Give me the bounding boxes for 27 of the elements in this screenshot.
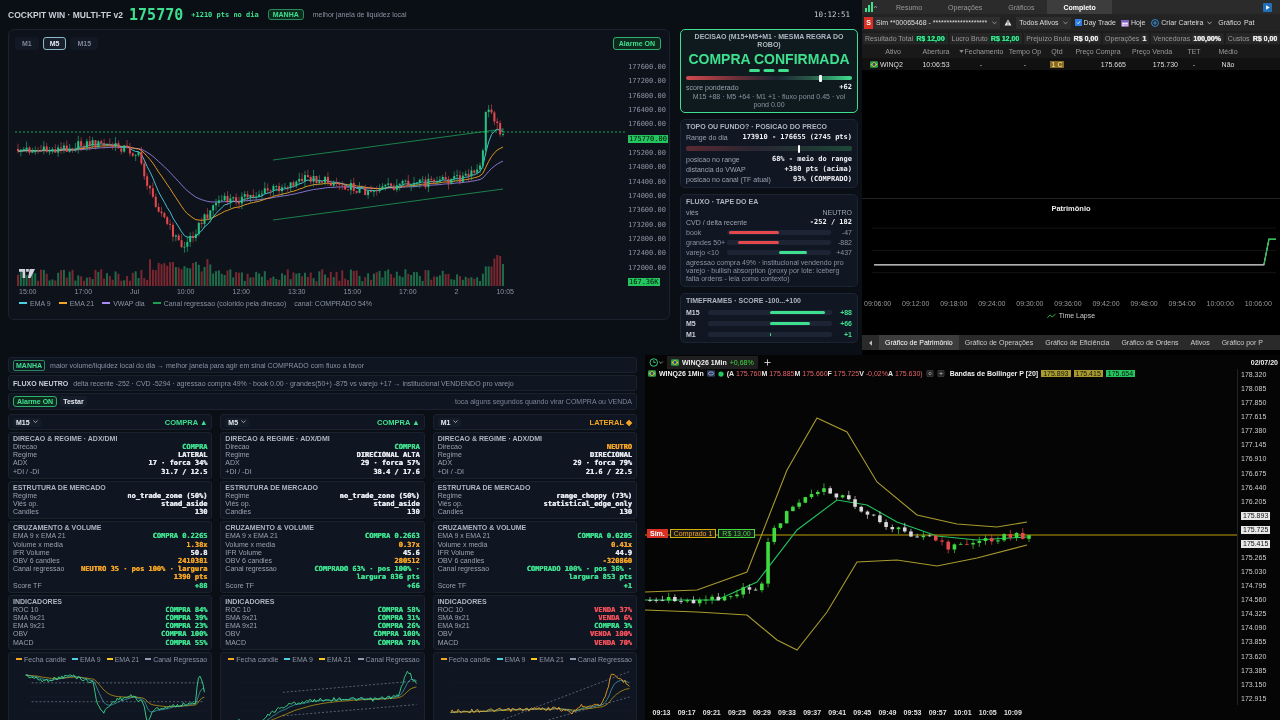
chevron-icon xyxy=(241,420,247,424)
bar-chart-icon[interactable] xyxy=(865,2,877,12)
price-value: 175770 xyxy=(129,5,184,24)
add-icon[interactable] xyxy=(936,370,945,377)
flag-icon xyxy=(870,60,878,68)
signal-segments-icon xyxy=(748,69,790,72)
eye-icon[interactable] xyxy=(706,370,715,377)
sort-icon xyxy=(958,50,964,53)
status-dot-icon xyxy=(717,370,724,377)
calendar-icon xyxy=(1120,18,1129,27)
flag-icon xyxy=(671,358,679,366)
chevron-icon xyxy=(1207,20,1213,25)
left-arrow-icon[interactable] xyxy=(868,339,873,346)
verdict-label: COMPRA CONFIRMADA xyxy=(687,51,851,67)
play-icon[interactable] xyxy=(1263,2,1272,12)
checkbox[interactable] xyxy=(1074,19,1082,26)
chevron-icon xyxy=(32,420,38,424)
clock-icon[interactable] xyxy=(649,357,664,367)
chevron-icon xyxy=(453,420,459,424)
trend-line-icon xyxy=(1046,312,1056,319)
chevron-icon xyxy=(992,20,998,25)
app-title: COCKPIT WIN · MULTI-TF v2 xyxy=(8,9,124,20)
plus-circle-icon xyxy=(1151,18,1160,27)
flag-icon xyxy=(648,370,656,377)
warning-icon[interactable] xyxy=(1004,19,1013,26)
chevron-icon xyxy=(1062,20,1068,25)
settings-icon[interactable] xyxy=(925,370,934,377)
